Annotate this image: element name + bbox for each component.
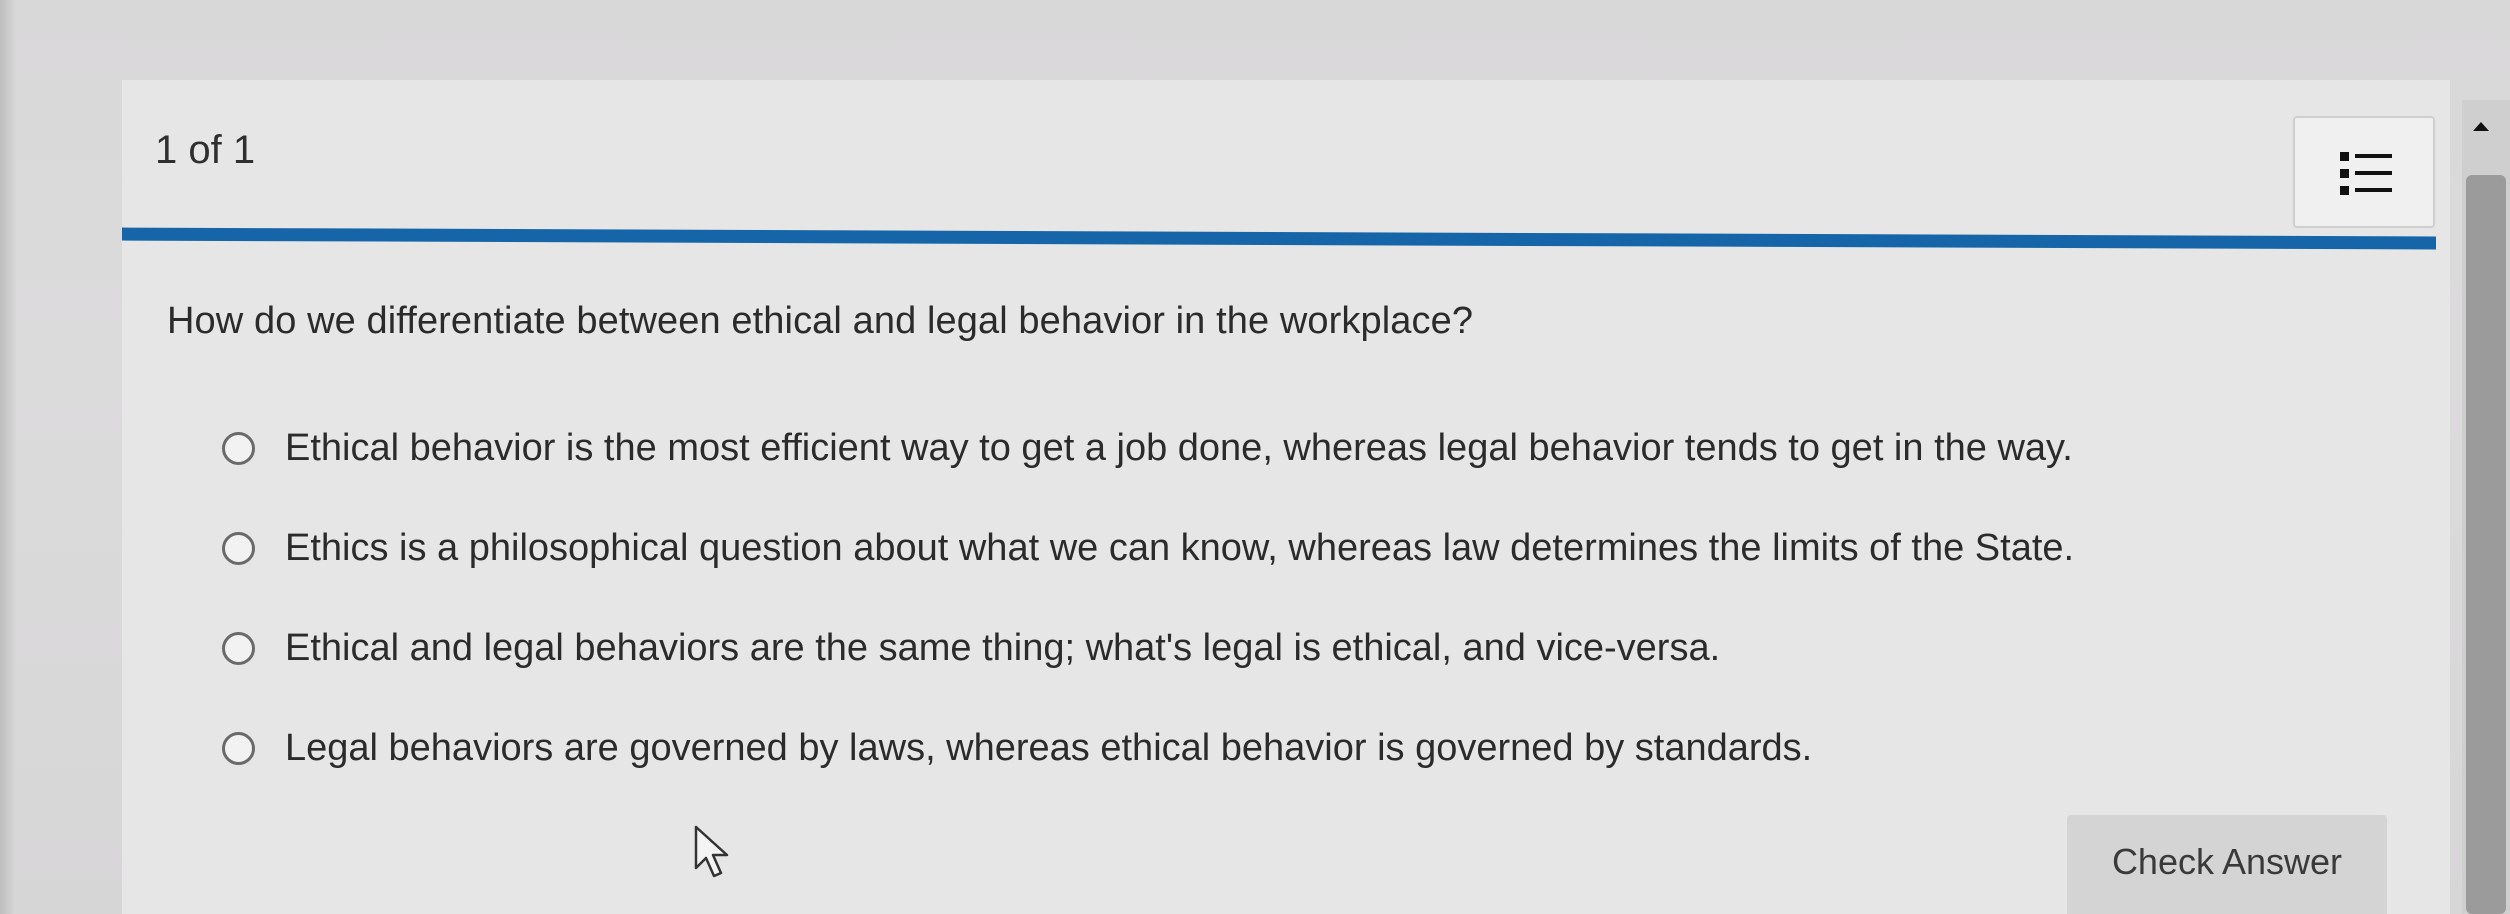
answer-option-2[interactable]: Ethics is a philosophical question about…	[222, 498, 2074, 598]
question-list-button[interactable]	[2293, 116, 2435, 228]
scrollbar-thumb[interactable]	[2466, 175, 2506, 914]
check-answer-button[interactable]: Check Answer	[2067, 815, 2387, 914]
answer-options: Ethical behavior is the most efficient w…	[222, 398, 2074, 798]
answer-option-3[interactable]: Ethical and legal behaviors are the same…	[222, 598, 2074, 698]
answer-option-1[interactable]: Ethical behavior is the most efficient w…	[222, 398, 2074, 498]
answer-option-4[interactable]: Legal behaviors are governed by laws, wh…	[222, 698, 2074, 798]
radio-button[interactable]	[222, 431, 255, 465]
screen: 1 of 1 How do we differentiate between e…	[0, 0, 2510, 914]
radio-button[interactable]	[222, 731, 255, 765]
answer-option-label: Ethical behavior is the most efficient w…	[285, 426, 2073, 469]
question-progress: 1 of 1	[155, 128, 256, 172]
header-divider	[122, 227, 2436, 250]
radio-button[interactable]	[222, 631, 255, 665]
answer-option-label: Ethics is a philosophical question about…	[285, 526, 2075, 569]
left-edge-shadow	[0, 0, 16, 914]
answer-option-label: Legal behaviors are governed by laws, wh…	[285, 726, 1813, 769]
question-panel: 1 of 1 How do we differentiate between e…	[122, 80, 2450, 914]
scroll-up-arrow-icon[interactable]	[2472, 120, 2490, 132]
radio-button[interactable]	[222, 531, 255, 565]
answer-option-label: Ethical and legal behaviors are the same…	[285, 626, 1721, 669]
question-text: How do we differentiate between ethical …	[167, 300, 1474, 342]
list-icon	[2340, 152, 2392, 195]
mouse-pointer-icon	[694, 825, 729, 878]
